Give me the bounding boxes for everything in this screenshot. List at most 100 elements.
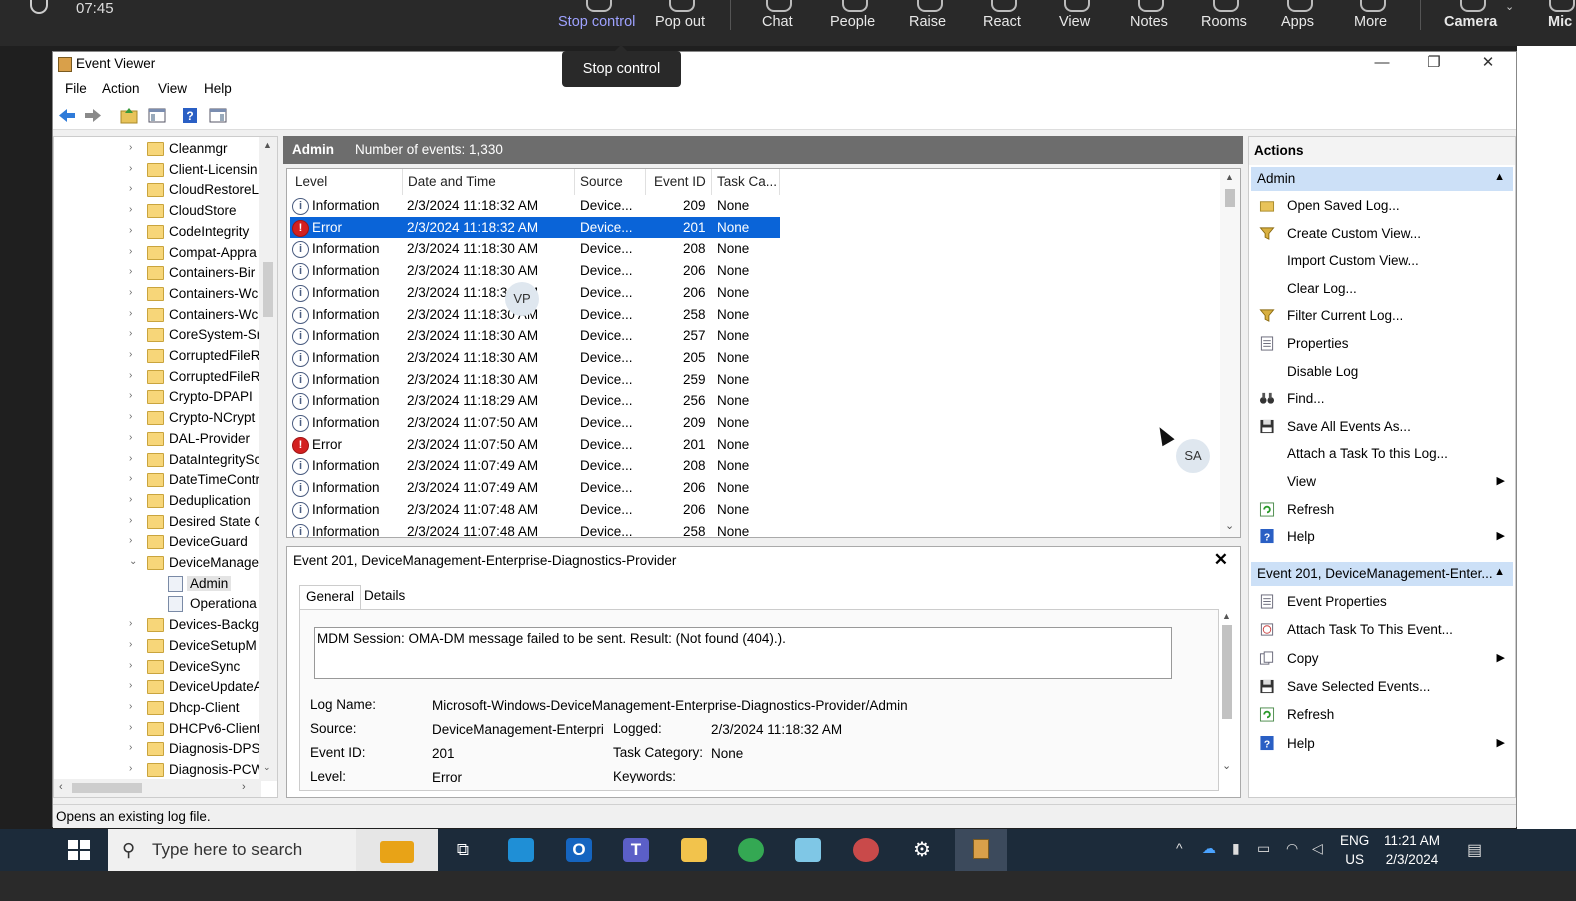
tree-item[interactable]: › Compat-Appra	[54, 243, 259, 263]
people-button[interactable]: People	[830, 0, 875, 30]
action-item[interactable]: Save Selected Events...	[1251, 674, 1513, 700]
show-hide-tree-icon[interactable]	[148, 107, 166, 124]
action-item[interactable]: Refresh	[1251, 702, 1513, 728]
minimize-button[interactable]: —	[1360, 52, 1404, 76]
collapse-icon[interactable]: ▲	[1494, 566, 1505, 578]
scroll-thumb[interactable]	[263, 262, 273, 317]
event-row[interactable]: i Information 2/3/2024 11:18:32 AM Device..…	[290, 195, 780, 216]
event-row[interactable]: i Information 2/3/2024 11:07:49 AM Device..…	[290, 455, 780, 476]
tab-details[interactable]: Details	[358, 585, 411, 609]
scroll-up-icon[interactable]: ▲	[263, 140, 272, 150]
action-item[interactable]: Refresh	[1251, 497, 1513, 523]
language-indicator[interactable]: ENG US	[1340, 831, 1369, 869]
tree-item[interactable]: › Crypto-DPAPI	[54, 387, 259, 407]
tree-item[interactable]: › CoreSystem-Sr	[54, 325, 259, 345]
scroll-down-icon[interactable]: ⌄	[1225, 519, 1234, 532]
event-row[interactable]: i Information 2/3/2024 11:18:30 AM Device..…	[290, 347, 780, 368]
settings-gear-icon[interactable]: ⚙	[909, 838, 935, 862]
scroll-down-icon[interactable]: ⌄	[263, 762, 271, 773]
chat-button[interactable]: Chat	[762, 0, 793, 30]
expand-chevron-icon[interactable]: ›	[129, 535, 132, 546]
notifications-icon[interactable]: ▤	[1467, 840, 1482, 860]
expand-chevron-icon[interactable]: ›	[129, 453, 132, 464]
expand-chevron-icon[interactable]: ›	[129, 328, 132, 339]
tree-item[interactable]: › Deduplication	[54, 491, 259, 511]
expand-chevron-icon[interactable]: ›	[129, 308, 132, 319]
expand-chevron-icon[interactable]: ›	[129, 287, 132, 298]
back-arrow-icon[interactable]	[58, 107, 76, 124]
tree-item[interactable]: › Cleanmgr	[54, 139, 259, 159]
volume-icon[interactable]: ◁	[1312, 840, 1323, 857]
wifi-icon[interactable]: ◠	[1286, 840, 1298, 857]
tree-item[interactable]: › Client-Licensin	[54, 160, 259, 180]
expand-chevron-icon[interactable]: ›	[129, 432, 132, 443]
expanded-chevron-icon[interactable]: ⌄	[129, 556, 137, 567]
scroll-left-icon[interactable]: ‹	[59, 781, 63, 793]
tree-item[interactable]: › Containers-Bir	[54, 263, 259, 283]
tree-item[interactable]: › DeviceGuard	[54, 532, 259, 552]
expand-chevron-icon[interactable]: ›	[129, 660, 132, 671]
onedrive-icon[interactable]: ☁	[1202, 840, 1216, 857]
outlook-icon[interactable]: O	[566, 838, 592, 862]
mic-button[interactable]: Mic	[1548, 0, 1576, 30]
tree-item[interactable]: › Dhcp-Client	[54, 698, 259, 718]
tree-item[interactable]: › CloudRestoreL	[54, 180, 259, 200]
action-item[interactable]: Open Saved Log...	[1251, 193, 1513, 219]
tree-vertical-scrollbar[interactable]: ▲ ⌄	[259, 137, 277, 781]
expand-chevron-icon[interactable]: ›	[129, 266, 132, 277]
actions-section-admin[interactable]: Admin ▲	[1251, 167, 1513, 191]
expand-chevron-icon[interactable]: ›	[129, 411, 132, 422]
detail-scrollbar[interactable]: ▲ ⌄	[1218, 609, 1236, 775]
camera-button[interactable]: Camera	[1444, 0, 1497, 30]
column-date-time[interactable]: Date and Time	[408, 174, 496, 189]
microphone-icon[interactable]: ▮	[1232, 840, 1240, 857]
briefcase-icon[interactable]	[356, 829, 438, 871]
up-folder-icon[interactable]	[120, 107, 138, 124]
event-row[interactable]: i Information 2/3/2024 11:07:48 AM Device..…	[290, 521, 780, 537]
action-item[interactable]: Import Custom View...	[1251, 248, 1513, 274]
column-source[interactable]: Source	[580, 174, 623, 189]
scroll-thumb[interactable]	[1225, 189, 1235, 207]
tree-item[interactable]: ⌄ DeviceManage	[54, 553, 259, 573]
event-row[interactable]: i Information 2/3/2024 11:18:30 AM Device..…	[290, 325, 780, 346]
scroll-thumb[interactable]	[72, 783, 142, 793]
expand-chevron-icon[interactable]: ›	[129, 204, 132, 215]
tree-item[interactable]: › Diagnosis-DPS	[54, 739, 259, 759]
action-item[interactable]: Find...	[1251, 386, 1513, 412]
restore-button[interactable]: ❐	[1412, 52, 1456, 76]
snipping-tool-icon[interactable]	[853, 838, 879, 862]
action-item[interactable]: Filter Current Log...	[1251, 303, 1513, 329]
tree-item[interactable]: › DAL-Provider	[54, 429, 259, 449]
action-item[interactable]: Properties	[1251, 331, 1513, 357]
expand-chevron-icon[interactable]: ›	[129, 639, 132, 650]
taskbar-clock[interactable]: 11:21 AM 2/3/2024	[1384, 831, 1440, 869]
tree-item[interactable]: › DeviceSync	[54, 657, 259, 677]
expand-chevron-icon[interactable]: ›	[129, 225, 132, 236]
tree-horizontal-scrollbar[interactable]: ‹ ›	[54, 779, 261, 797]
expand-chevron-icon[interactable]: ›	[129, 183, 132, 194]
more-button[interactable]: More	[1354, 0, 1387, 30]
tree-item[interactable]: › DeviceUpdateA	[54, 677, 259, 697]
scroll-right-icon[interactable]: ›	[242, 781, 246, 793]
action-item[interactable]: Disable Log	[1251, 359, 1513, 385]
action-item[interactable]: ? Help ▶	[1251, 731, 1513, 757]
task-view-icon[interactable]: ⧉	[450, 838, 476, 862]
action-item[interactable]: Save All Events As...	[1251, 414, 1513, 440]
event-row[interactable]: i Information 2/3/2024 11:18:30 AM Device..…	[290, 369, 780, 390]
action-item[interactable]: Clear Log...	[1251, 276, 1513, 302]
taskbar-search[interactable]: ⚲ Type here to search	[108, 829, 438, 871]
expand-chevron-icon[interactable]: ›	[129, 390, 132, 401]
tree-item[interactable]: › DeviceSetupM	[54, 636, 259, 656]
menu-view[interactable]: View	[158, 81, 187, 96]
stop-control-button[interactable]: Stop control	[558, 0, 635, 30]
event-row[interactable]: i Information 2/3/2024 11:18:29 AM Device..…	[290, 390, 780, 411]
chrome-icon[interactable]	[738, 838, 764, 862]
tree-item[interactable]: › Containers-Wc	[54, 305, 259, 325]
expand-chevron-icon[interactable]: ›	[129, 722, 132, 733]
column-level[interactable]: Level	[295, 174, 327, 189]
event-list-scrollbar[interactable]: ▲ ⌄	[1220, 169, 1240, 537]
expand-chevron-icon[interactable]: ›	[129, 742, 132, 753]
windows-start-icon[interactable]	[68, 840, 90, 860]
event-row[interactable]: i Information 2/3/2024 11:07:48 AM Device..…	[290, 499, 780, 520]
expand-chevron-icon[interactable]: ›	[129, 142, 132, 153]
